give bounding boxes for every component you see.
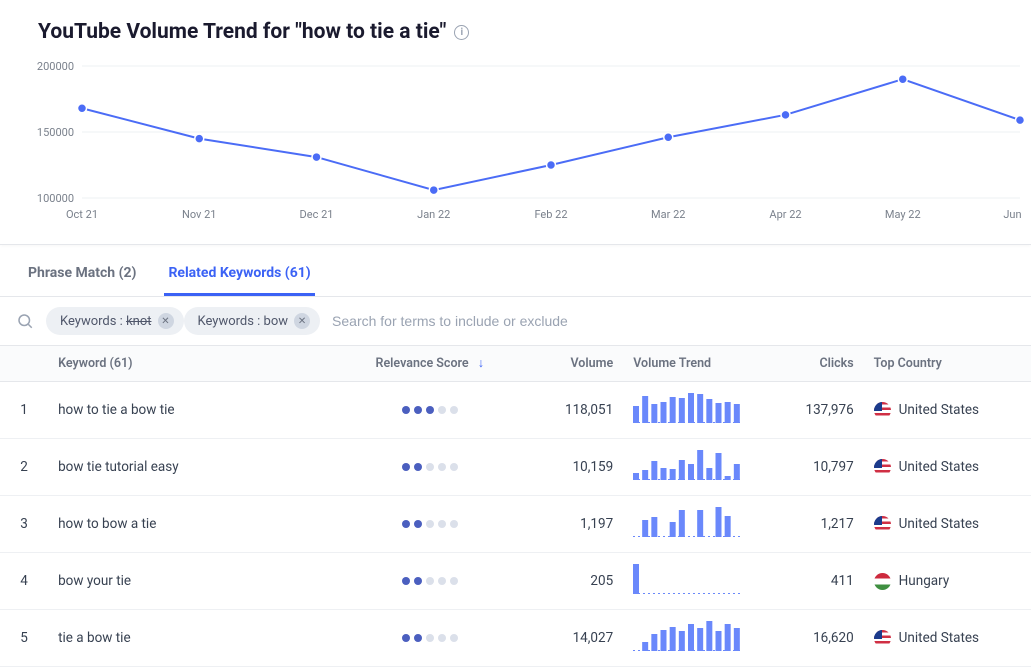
th-trend[interactable]: Volume Trend bbox=[623, 346, 759, 382]
volume-trend-spark bbox=[633, 393, 743, 423]
svg-text:200000: 200000 bbox=[37, 60, 74, 73]
country-name: United States bbox=[899, 402, 979, 418]
row-index: 5 bbox=[0, 610, 48, 667]
country-name: United States bbox=[899, 516, 979, 532]
svg-text:Feb 22: Feb 22 bbox=[534, 208, 567, 221]
info-icon[interactable]: i bbox=[454, 25, 469, 40]
keyword-link[interactable]: bow tie tutorial easy bbox=[58, 459, 179, 475]
svg-text:Jan 22: Jan 22 bbox=[417, 208, 450, 221]
flag-icon bbox=[874, 459, 891, 476]
row-index: 1 bbox=[0, 382, 48, 439]
keywords-table: Keyword (61) Relevance Score ↓ Volume Vo… bbox=[0, 346, 1031, 667]
relevance-score bbox=[361, 577, 498, 585]
top-country: United States bbox=[874, 402, 1021, 419]
country-name: Hungary bbox=[899, 573, 950, 589]
volume-trend-chart[interactable]: 100000 150000 200000 Oct 21 Nov 21 Dec 21 Jan … bbox=[24, 56, 1024, 226]
svg-text:May 22: May 22 bbox=[885, 208, 921, 221]
th-volume[interactable]: Volume bbox=[508, 346, 623, 382]
top-country: United States bbox=[874, 516, 1021, 533]
row-index: 2 bbox=[0, 439, 48, 496]
relevance-score bbox=[361, 634, 498, 642]
filter-bar: Keywords : knot ✕ Keywords : bow ✕ bbox=[0, 297, 1031, 346]
table-row: 4 bow your tie 205 411 Hungary bbox=[0, 553, 1031, 610]
th-country[interactable]: Top Country bbox=[864, 346, 1031, 382]
clicks-value: 1,217 bbox=[759, 496, 864, 553]
sort-desc-icon: ↓ bbox=[478, 356, 484, 371]
relevance-score bbox=[361, 463, 498, 471]
flag-icon bbox=[874, 516, 891, 533]
svg-text:Oct 21: Oct 21 bbox=[66, 208, 98, 221]
keyword-filter-input[interactable] bbox=[332, 313, 1015, 329]
clicks-value: 137,976 bbox=[759, 382, 864, 439]
clicks-value: 16,620 bbox=[759, 610, 864, 667]
search-icon bbox=[16, 312, 34, 330]
table-header-row: Keyword (61) Relevance Score ↓ Volume Vo… bbox=[0, 346, 1031, 382]
svg-text:100000: 100000 bbox=[37, 192, 74, 205]
svg-text:Apr 22: Apr 22 bbox=[769, 208, 801, 221]
clicks-value: 411 bbox=[759, 553, 864, 610]
chip-label: Keywords : bow bbox=[198, 314, 289, 329]
filter-chip[interactable]: Keywords : knot ✕ bbox=[46, 307, 184, 335]
volume-trend-spark bbox=[633, 621, 743, 651]
table-row: 5 tie a bow tie 14,027 16,620 United States bbox=[0, 610, 1031, 667]
clicks-value: 10,797 bbox=[759, 439, 864, 496]
volume-value: 205 bbox=[508, 553, 623, 610]
country-name: United States bbox=[899, 630, 979, 646]
chart-title: YouTube Volume Trend for "how to tie a t… bbox=[38, 20, 446, 44]
th-relevance-label: Relevance Score bbox=[376, 356, 469, 371]
svg-text:Mar 22: Mar 22 bbox=[651, 208, 685, 221]
th-clicks[interactable]: Clicks bbox=[759, 346, 864, 382]
volume-value: 14,027 bbox=[508, 610, 623, 667]
keyword-link[interactable]: bow your tie bbox=[58, 573, 131, 589]
volume-value: 118,051 bbox=[508, 382, 623, 439]
svg-text:Dec 21: Dec 21 bbox=[300, 208, 334, 221]
flag-icon bbox=[874, 402, 891, 419]
top-country: United States bbox=[874, 459, 1021, 476]
row-index: 3 bbox=[0, 496, 48, 553]
chip-remove-icon[interactable]: ✕ bbox=[294, 313, 310, 329]
flag-icon bbox=[874, 630, 891, 647]
volume-value: 1,197 bbox=[508, 496, 623, 553]
relevance-score bbox=[361, 406, 498, 414]
keyword-link[interactable]: how to bow a tie bbox=[58, 516, 156, 532]
chip-label: Keywords : knot bbox=[60, 314, 152, 329]
chip-remove-icon[interactable]: ✕ bbox=[158, 313, 174, 329]
tab-related-keywords[interactable]: Related Keywords (61) bbox=[164, 259, 314, 296]
volume-trend-spark bbox=[633, 507, 743, 537]
country-name: United States bbox=[899, 459, 979, 475]
tab-phrase-match[interactable]: Phrase Match (2) bbox=[24, 259, 140, 296]
tabs-bar: Phrase Match (2) Related Keywords (61) bbox=[0, 245, 1031, 297]
table-row: 2 bow tie tutorial easy 10,159 10,797 United… bbox=[0, 439, 1031, 496]
table-row: 3 how to bow a tie 1,197 1,217 United States bbox=[0, 496, 1031, 553]
row-index: 4 bbox=[0, 553, 48, 610]
th-keyword[interactable]: Keyword (61) bbox=[48, 346, 351, 382]
svg-text:150000: 150000 bbox=[37, 126, 74, 139]
volume-value: 10,159 bbox=[508, 439, 623, 496]
relevance-score bbox=[361, 520, 498, 528]
flag-icon bbox=[874, 573, 891, 590]
volume-trend-spark bbox=[633, 564, 743, 594]
th-relevance[interactable]: Relevance Score ↓ bbox=[351, 346, 508, 382]
svg-text:Jun 22: Jun 22 bbox=[1003, 208, 1024, 221]
keyword-link[interactable]: tie a bow tie bbox=[58, 630, 131, 646]
top-country: United States bbox=[874, 630, 1021, 647]
svg-text:Nov 21: Nov 21 bbox=[182, 208, 216, 221]
keyword-link[interactable]: how to tie a bow tie bbox=[58, 402, 175, 418]
chart-card: YouTube Volume Trend for "how to tie a t… bbox=[0, 0, 1031, 245]
table-row: 1 how to tie a bow tie 118,051 137,976 Unite… bbox=[0, 382, 1031, 439]
filter-chip[interactable]: Keywords : bow ✕ bbox=[184, 307, 321, 335]
top-country: Hungary bbox=[874, 573, 1021, 590]
volume-trend-spark bbox=[633, 450, 743, 480]
